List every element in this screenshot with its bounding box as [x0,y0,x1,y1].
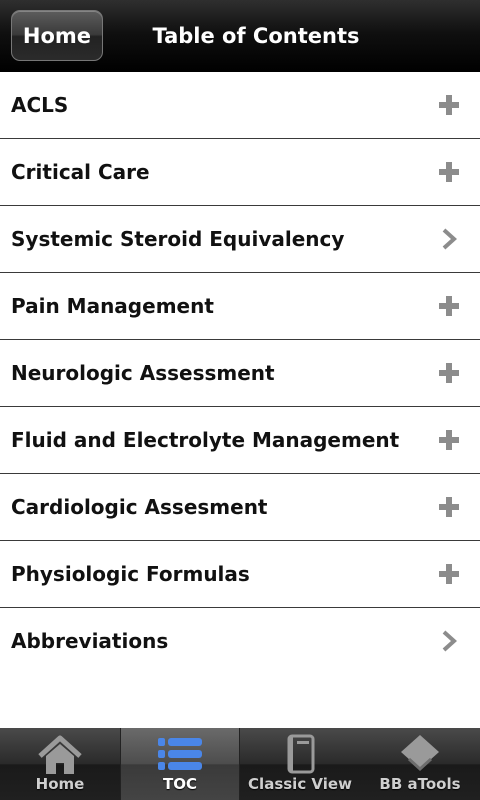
toc-item-label: Neurologic Assessment [11,361,275,385]
tab-home[interactable]: Home [0,728,120,800]
plus-icon [439,162,459,182]
tab-label: Home [35,775,85,793]
bottom-tab-bar: Home TOC Classic View BB aTools [0,728,480,800]
book-icon [287,734,315,774]
chevron-right-icon [442,228,457,250]
tab-label: TOC [163,775,197,793]
chevron-right-icon [442,630,457,652]
toc-item-label: Cardiologic Assesment [11,495,268,519]
toc-item-acls[interactable]: ACLS [0,72,480,139]
tab-toc[interactable]: TOC [120,728,240,800]
home-button[interactable]: Home [11,10,103,61]
plus-icon [439,497,459,517]
toc-item-cardiologic-assesment[interactable]: Cardiologic Assesment [0,474,480,541]
tab-label: Classic View [248,775,352,793]
toc-item-pain-management[interactable]: Pain Management [0,273,480,340]
toc-item-label: Fluid and Electrolyte Management [11,428,400,452]
toc-item-label: Physiologic Formulas [11,562,250,586]
toc-item-label: Critical Care [11,160,150,184]
tools-icon [401,735,439,772]
toc-item-physiologic-formulas[interactable]: Physiologic Formulas [0,541,480,608]
tab-label: BB aTools [379,775,461,793]
toc-item-systemic-steroid-equivalency[interactable]: Systemic Steroid Equivalency [0,206,480,273]
plus-icon [439,363,459,383]
list-icon [158,738,202,770]
toc-item-critical-care[interactable]: Critical Care [0,139,480,206]
plus-icon [439,95,459,115]
plus-icon [439,296,459,316]
toc-item-label: Abbreviations [11,629,169,653]
house-icon [38,735,82,774]
plus-icon [439,430,459,450]
toc-item-abbreviations[interactable]: Abbreviations [0,608,480,674]
title-bar: Table of Contents Home [0,0,480,72]
toc-item-fluid-electrolyte-management[interactable]: Fluid and Electrolyte Management [0,407,480,474]
toc-item-label: Pain Management [11,294,214,318]
tab-classic-view[interactable]: Classic View [240,728,360,800]
toc-item-label: Systemic Steroid Equivalency [11,227,345,251]
tab-bb-atools[interactable]: BB aTools [360,728,480,800]
toc-list: ACLS Critical Care Systemic Steroid Equi… [0,72,480,674]
toc-item-label: ACLS [11,93,69,117]
toc-item-neurologic-assessment[interactable]: Neurologic Assessment [0,340,480,407]
plus-icon [439,564,459,584]
